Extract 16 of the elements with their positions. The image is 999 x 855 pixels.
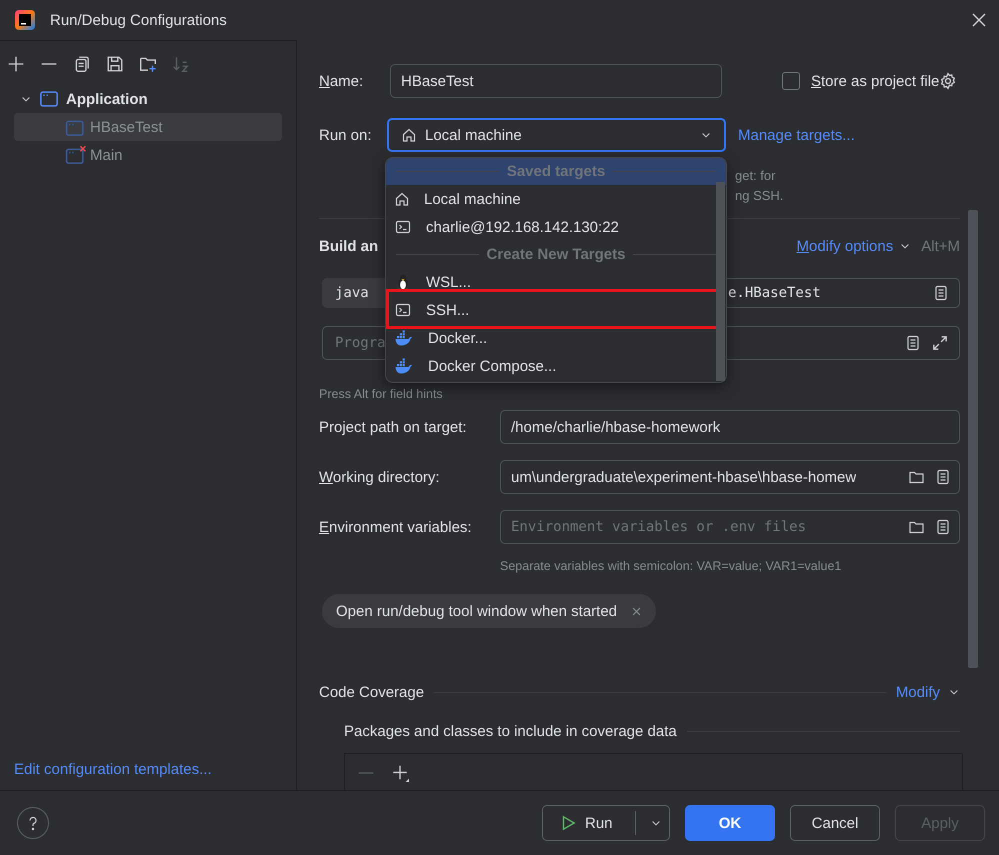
popup-header: Create New Targets: [386, 241, 726, 268]
hint-text: get: for: [735, 167, 776, 185]
popup-header: Saved targets: [386, 158, 726, 185]
shortcut-text: Alt+M: [921, 238, 960, 254]
run-on-label: Run on:: [319, 126, 373, 144]
subsection-title: Packages and classes to include in coverage data: [344, 722, 677, 740]
env-hint-text: Separate variables with semicolon: VAR=value; VAR1=value1: [499, 558, 842, 575]
section-title: Build an: [319, 238, 378, 254]
window-title: Run/Debug Configurations: [50, 12, 227, 28]
field-label: Environment variables:: [319, 518, 473, 536]
section-title: Code Coverage: [319, 684, 424, 700]
name-label: Name:: [319, 72, 364, 90]
field-label: Working directory:: [319, 468, 441, 486]
field-hint-text: Press Alt for field hints: [319, 386, 444, 402]
field-label: Project path on target:: [319, 418, 468, 436]
hint-text: ng SSH.: [735, 187, 784, 205]
